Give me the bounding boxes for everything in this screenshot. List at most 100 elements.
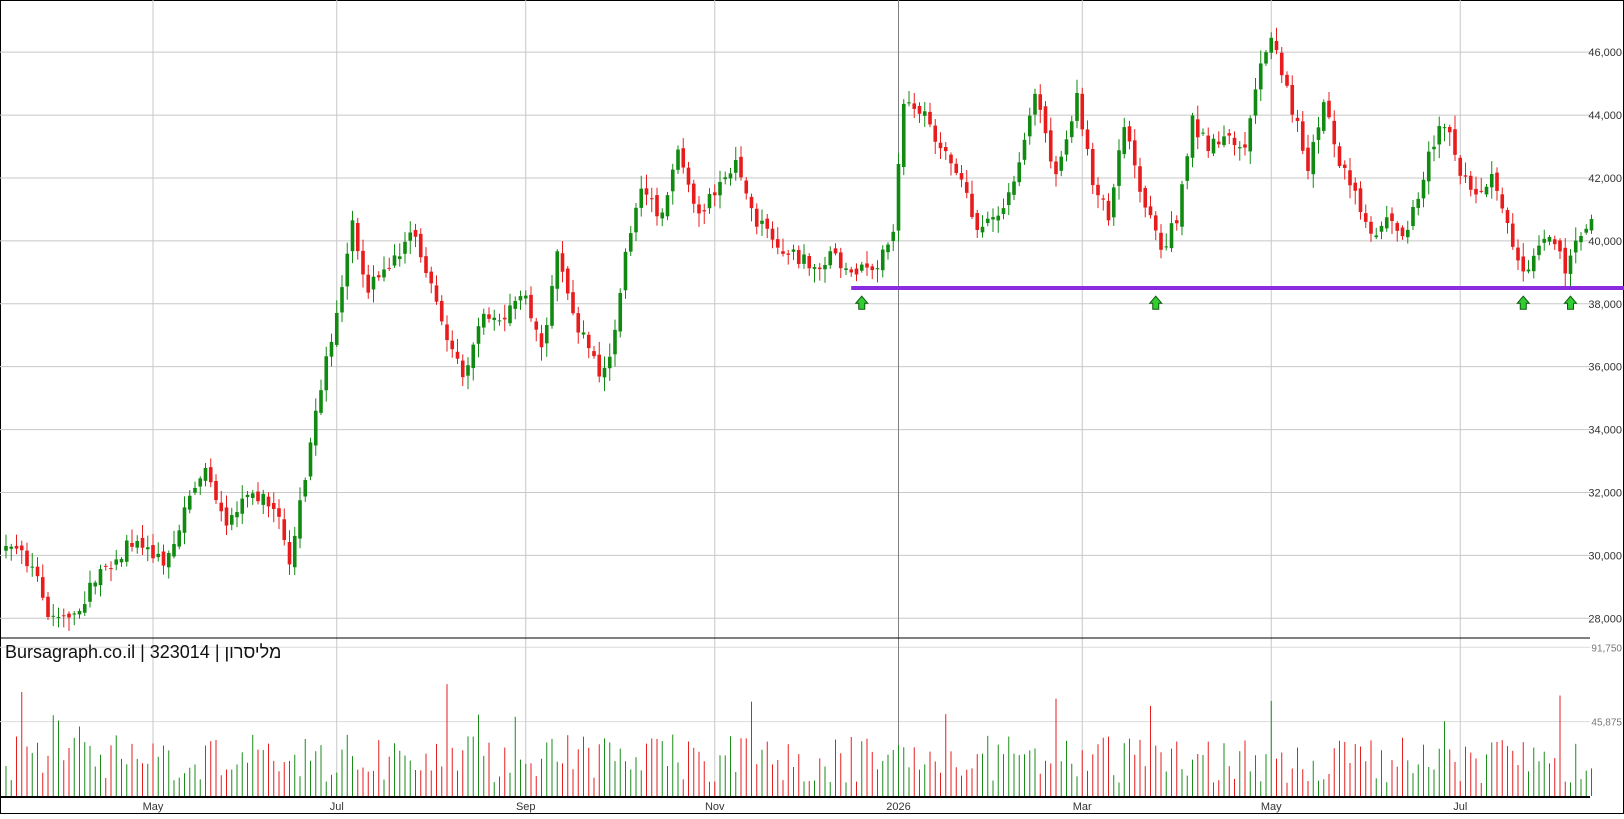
month-tick-label: May [143,801,164,813]
candle-body [67,613,71,618]
candle-body [1495,172,1499,191]
candle-body [1311,141,1316,175]
candle-body [1253,89,1258,116]
candle-body [859,264,864,271]
candle-body [1321,102,1326,131]
candle-body [1295,117,1300,122]
candle-body [870,266,875,271]
candle-body [928,111,932,125]
candle-body [219,502,224,512]
candle-body [382,269,386,278]
candle-body [292,535,297,568]
candle-body [1096,184,1100,196]
candle-body [124,540,129,562]
candle-body [450,340,455,350]
candle-body [1400,227,1405,237]
candle-body [334,312,339,345]
candle-body [1069,121,1074,138]
candle-body [518,296,523,301]
price-tick-label: 34,000 [1588,425,1622,437]
candle-body [933,125,938,142]
candle-body [1500,194,1505,209]
price-tick-label: 30,000 [1588,550,1622,562]
candle-body [298,500,302,539]
candle-body [1442,127,1447,129]
candle-body [492,317,497,321]
candle-body [1232,137,1237,146]
candle-body [61,615,66,617]
candle-body [418,233,423,258]
candle-body [413,229,418,237]
candle-body [1332,120,1337,145]
month-tick-label: May [1261,801,1282,813]
candle-body [1048,130,1053,162]
candle-body [1279,52,1284,76]
candle-body [1169,223,1174,249]
candle-body [1300,121,1305,151]
candle-body [749,196,754,209]
candle-body [581,332,586,335]
candle-body [1474,188,1478,195]
candle-body [9,546,14,549]
candle-body [161,551,166,566]
candle-body [1012,181,1016,195]
candle-body [707,194,712,209]
month-tick-label: Jul [330,801,344,813]
candle-body [875,268,880,270]
candle-body [429,271,434,284]
candle-body [51,615,56,617]
candle-body [681,148,686,168]
candle-body [1416,198,1421,208]
candle-body [287,542,292,565]
candle-body [481,313,486,328]
candle-body [812,267,817,269]
candle-body [193,487,197,493]
candle-body [1201,132,1205,134]
candle-body [1432,146,1436,150]
candle-body [1421,179,1426,199]
candle-body [1059,156,1064,171]
candle-body [1327,100,1331,118]
candle-body [1159,232,1163,250]
candle-body [130,542,134,547]
candle-body [823,265,827,270]
candle-body [56,617,61,619]
candle-body [775,239,780,248]
candle-body [922,111,927,116]
candle-body [502,317,507,320]
candle-body [1411,206,1415,226]
candle-body [198,478,203,487]
candle-body [1111,187,1116,218]
candle-body [529,294,533,319]
candle-body [1552,239,1557,245]
candle-body [282,519,287,540]
candle-body [1227,133,1232,136]
month-tick-label: Jul [1453,801,1467,813]
candle-body [1521,256,1526,272]
candle-body [1405,229,1410,238]
candle-body [676,149,680,170]
candle-body [712,192,717,196]
price-tick-label: 32,000 [1588,487,1622,499]
candle-body [1243,144,1247,148]
candle-body [1342,164,1347,168]
candle-body [392,255,397,266]
candle-body [912,103,917,109]
candle-body [1148,206,1153,216]
candle-body [802,254,806,264]
candle-body [1348,170,1352,186]
price-tick-label: 36,000 [1588,362,1622,374]
candle-body [1001,208,1006,215]
candle-body [424,256,428,274]
candle-body [733,159,738,173]
candle-body [660,212,665,219]
candle-body [224,507,229,526]
candle-body [544,325,549,344]
candle-body [1563,247,1568,274]
chart-watermark: Bursagraph.co.il | 323014 | מליסרון [5,642,281,662]
candle-body [1101,198,1106,200]
candle-body [145,547,150,550]
candle-body [1363,213,1368,222]
candle-body [1447,126,1452,133]
candle-body [1537,245,1541,256]
